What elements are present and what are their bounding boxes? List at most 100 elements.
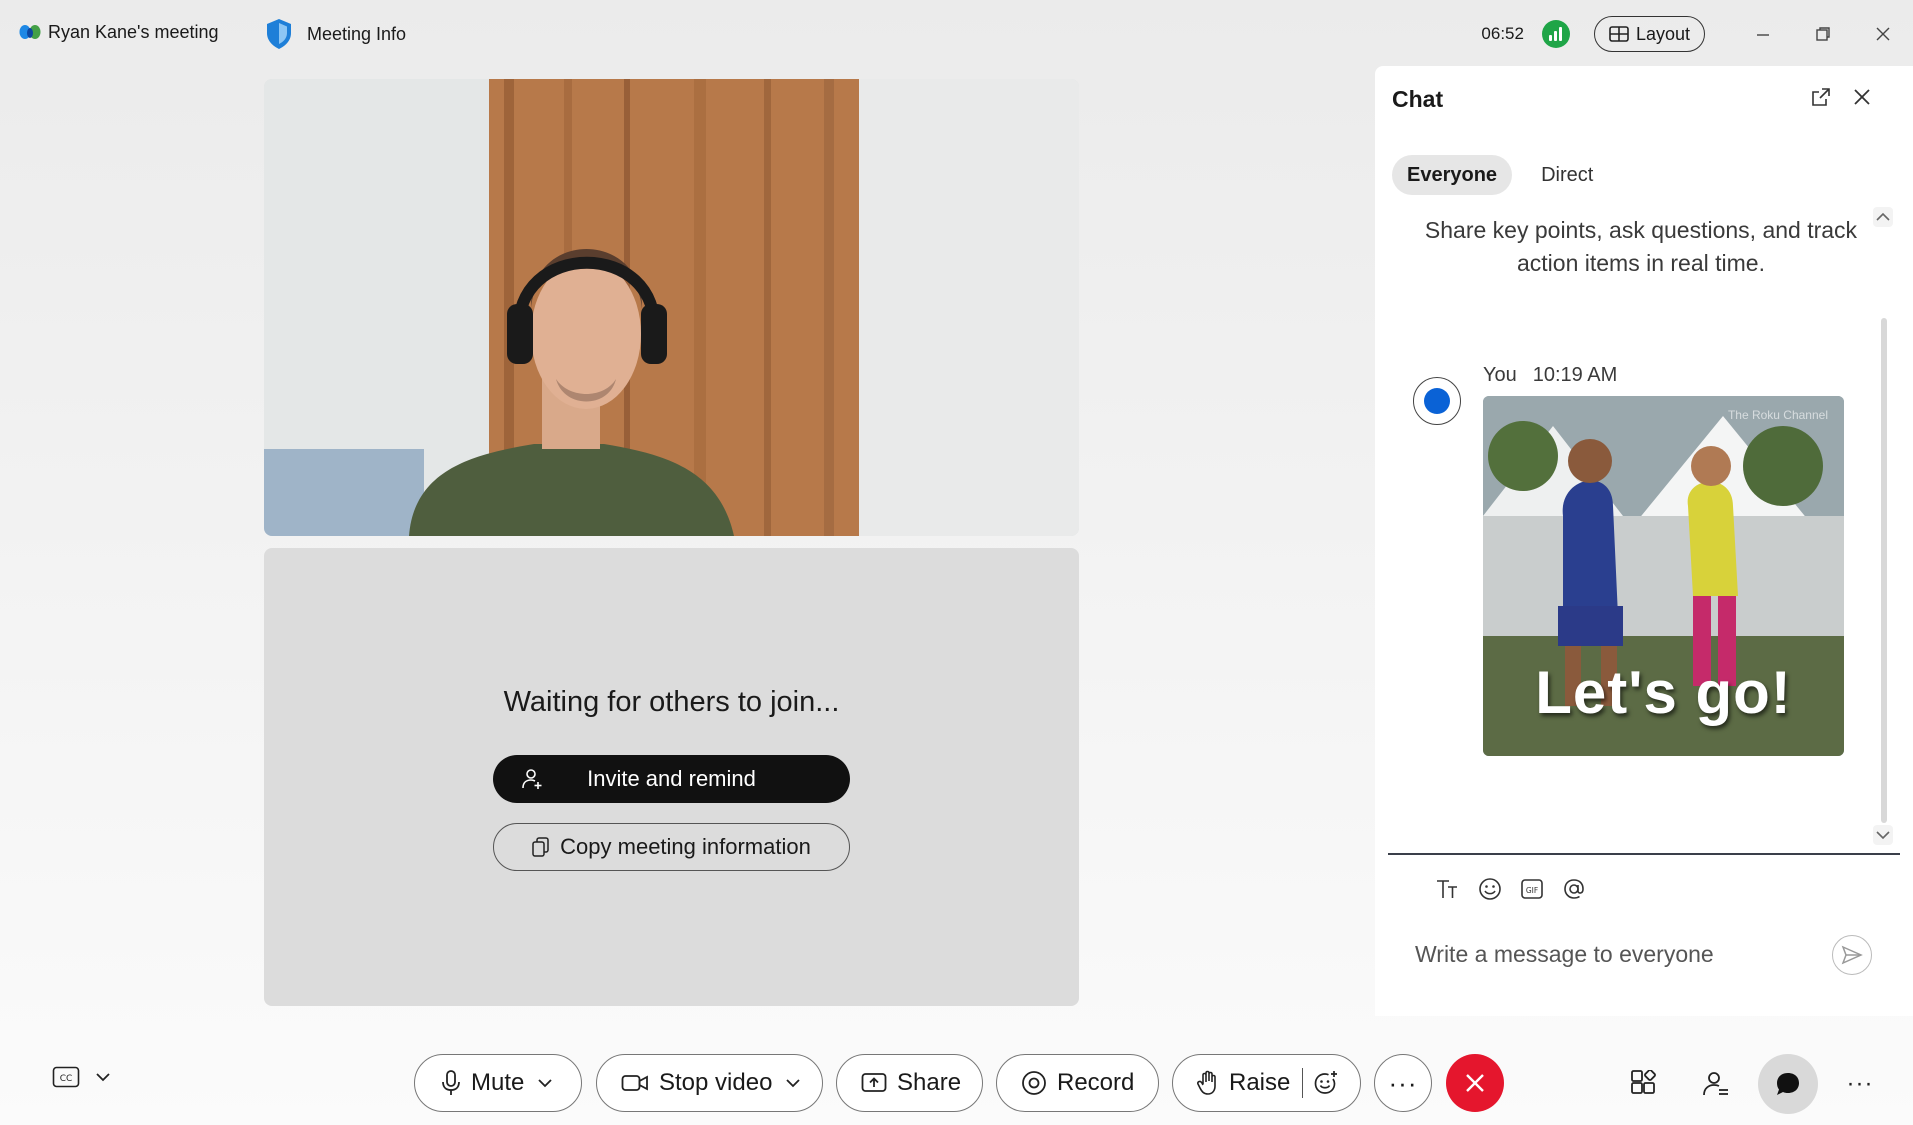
composer-toolbar: GIF <box>1433 874 1589 904</box>
meeting-info-button[interactable]: Meeting Info <box>265 18 406 50</box>
mention-icon <box>1564 879 1584 899</box>
layout-button[interactable]: Layout <box>1593 16 1705 52</box>
close-icon <box>1466 1074 1484 1092</box>
message-meta: You 10:19 AM <box>1483 364 1617 387</box>
close-window-button[interactable] <box>1853 14 1913 54</box>
gif-message[interactable]: The Roku Channel Let's go! <box>1483 396 1844 756</box>
self-video-tile[interactable] <box>264 79 1079 536</box>
mute-label: Mute <box>471 1069 525 1096</box>
stop-video-button[interactable]: Stop video <box>596 1054 823 1112</box>
message-time: 10:19 AM <box>1532 364 1618 386</box>
gif-button[interactable]: GIF <box>1517 874 1547 904</box>
stop-video-label: Stop video <box>659 1069 773 1096</box>
gif-icon: GIF <box>1521 879 1543 899</box>
text-format-button[interactable] <box>1433 874 1463 904</box>
chat-scrollbar[interactable] <box>1881 318 1887 823</box>
more-menu-button[interactable]: ··· <box>1842 1064 1878 1104</box>
chat-panel: Chat Everyone Direct Share key points, a… <box>1375 66 1913 1016</box>
emoji-button[interactable] <box>1475 874 1505 904</box>
text-format-icon <box>1437 880 1457 898</box>
closed-captions-button[interactable]: CC <box>52 1066 110 1088</box>
title-bar: Ryan Kane's meeting Meeting Info 06:52 L… <box>0 0 1913 70</box>
participants-icon <box>1703 1072 1728 1096</box>
end-call-button[interactable] <box>1446 1054 1504 1112</box>
invite-label: Invite and remind <box>587 766 756 791</box>
apps-grid-icon <box>1631 1070 1656 1094</box>
popout-icon <box>1812 88 1830 106</box>
close-icon <box>1854 89 1870 105</box>
record-button[interactable]: Record <box>996 1054 1159 1112</box>
meeting-clock: 06:52 <box>1481 24 1524 43</box>
microphone-icon <box>442 1070 460 1095</box>
chat-hint: Share key points, ask questions, and tra… <box>1424 217 1858 276</box>
send-button[interactable] <box>1832 935 1872 975</box>
share-screen-icon <box>861 1073 887 1092</box>
mention-button[interactable] <box>1559 874 1589 904</box>
chat-icon <box>1777 1073 1799 1095</box>
reaction-emoji-icon <box>1315 1071 1338 1094</box>
composer-divider <box>1388 853 1900 855</box>
avatar <box>1413 377 1461 425</box>
share-label: Share <box>897 1069 962 1096</box>
layout-grid-icon <box>1609 26 1629 42</box>
raise-separator <box>1302 1068 1304 1098</box>
svg-text:GIF: GIF <box>1526 886 1538 895</box>
minimize-icon <box>1757 34 1769 36</box>
apps-button[interactable] <box>1624 1064 1664 1104</box>
chat-tabs: Everyone Direct <box>1392 155 1608 195</box>
raise-label: Raise <box>1229 1069 1291 1096</box>
webex-logo-icon <box>19 25 41 39</box>
video-camera-icon <box>621 1075 648 1091</box>
chevron-down-icon <box>786 1079 801 1088</box>
record-icon <box>1022 1071 1046 1095</box>
invite-and-remind-button[interactable]: Invite and remind <box>493 755 850 803</box>
raise-hand-button[interactable]: Raise <box>1172 1054 1361 1112</box>
participants-button[interactable] <box>1696 1064 1736 1104</box>
close-chat-button[interactable] <box>1852 87 1872 112</box>
chat-bubble-icon <box>1424 388 1450 414</box>
network-signal-icon[interactable] <box>1541 20 1570 48</box>
layout-label: Layout <box>1635 23 1690 44</box>
chat-toggle-button[interactable] <box>1758 1054 1818 1114</box>
record-label: Record <box>1057 1069 1135 1096</box>
minimize-button[interactable] <box>1733 14 1793 54</box>
tab-direct[interactable]: Direct <box>1526 155 1608 195</box>
chevron-down-icon <box>1873 825 1893 845</box>
close-icon <box>1876 27 1890 41</box>
tab-everyone[interactable]: Everyone <box>1392 155 1513 195</box>
scroll-down-button[interactable] <box>1872 824 1894 851</box>
shield-icon <box>267 19 291 49</box>
meeting-title-group: Ryan Kane's meeting <box>18 20 219 44</box>
svg-text:CC: CC <box>60 1074 73 1084</box>
gif-caption: Let's go! <box>1535 659 1792 726</box>
copy-label: Copy meeting information <box>560 834 811 859</box>
chat-message-input[interactable] <box>1415 934 1815 974</box>
chevron-down-icon <box>538 1079 552 1088</box>
waiting-tile: Waiting for others to join... Invite and… <box>264 548 1079 1006</box>
raise-hand-icon <box>1197 1070 1216 1095</box>
copy-meeting-information-button[interactable]: Copy meeting information <box>493 823 850 871</box>
emoji-icon <box>1479 878 1501 900</box>
chat-title: Chat <box>1392 86 1444 112</box>
meeting-title: Ryan Kane's meeting <box>48 21 219 42</box>
restore-button[interactable] <box>1793 14 1853 54</box>
closed-captions-icon: CC <box>52 1066 80 1088</box>
scroll-up-button[interactable] <box>1872 206 1894 233</box>
send-icon <box>1841 945 1863 965</box>
title-bar-right: 06:52 Layout <box>1481 14 1913 54</box>
waiting-message: Waiting for others to join... <box>503 686 840 718</box>
add-person-icon <box>522 769 542 789</box>
more-options-button[interactable]: ··· <box>1374 1054 1432 1112</box>
reactions-button[interactable] <box>1313 1070 1339 1096</box>
share-button[interactable]: Share <box>836 1054 983 1112</box>
chevron-up-icon <box>1873 207 1893 227</box>
message-sender: You <box>1483 364 1517 386</box>
copy-icon <box>532 837 549 857</box>
mute-button[interactable]: Mute <box>414 1054 582 1112</box>
restore-icon <box>1816 27 1830 41</box>
chevron-down-icon <box>96 1073 110 1082</box>
meeting-info-label: Meeting Info <box>307 23 407 44</box>
self-video-feed <box>264 79 1079 536</box>
popout-chat-button[interactable] <box>1810 86 1832 113</box>
gif-watermark: The Roku Channel <box>1727 408 1828 422</box>
